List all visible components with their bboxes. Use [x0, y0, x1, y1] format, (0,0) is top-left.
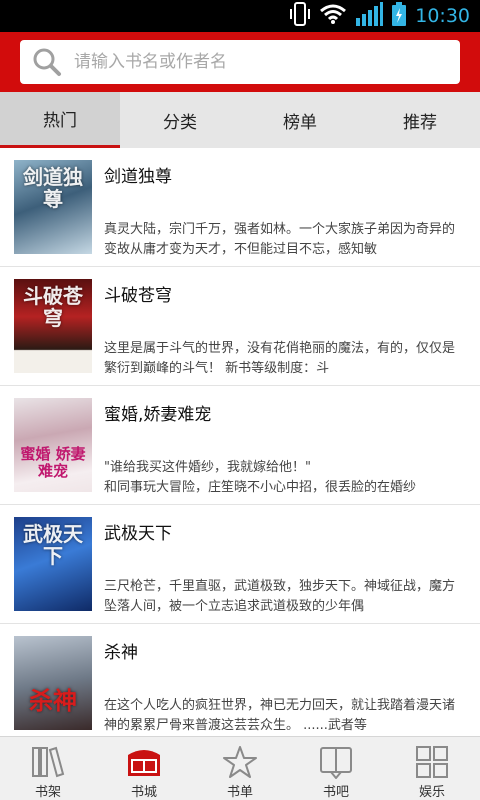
battery-icon: [391, 2, 407, 30]
book-title: 蜜婚,娇妻难宠: [104, 405, 212, 425]
list-item[interactable]: 杀神 杀神 在这个人吃人的疯狂世界，神已无力回天，就让我踏着漫天诸神的累累尸骨来…: [0, 624, 480, 736]
tab-recommend[interactable]: 推荐: [360, 92, 480, 148]
star-icon: [220, 744, 260, 779]
book-description: 这里是属于斗气的世界，没有花俏艳丽的魔法，有的，仅仅是繁衍到巅峰的斗气！ 新书等…: [104, 341, 456, 376]
nav-label: 书架: [34, 785, 61, 800]
search-box[interactable]: [20, 40, 460, 84]
book-title: 杀神: [104, 643, 138, 663]
book-cover: 剑道独尊: [14, 160, 92, 254]
book-cover: 武极天下: [14, 517, 92, 611]
book-title: 剑道独尊: [104, 167, 172, 187]
nav-label: 书吧: [322, 785, 349, 800]
list-item[interactable]: 武极天下 武极天下 三尺枪芒，千里直驱，武道极致，独步天下。神域征战，魔方坠落人…: [0, 505, 480, 624]
book-cover: 蜜婚 娇妻难宠: [14, 398, 92, 492]
nav-label: 书单: [226, 785, 253, 800]
nav-bookcity[interactable]: 书城: [96, 737, 192, 800]
nav-label: 书城: [130, 785, 157, 800]
search-input[interactable]: [74, 52, 434, 72]
book-description: 真灵大陆，宗门千万，强者如林。一个大家族子弟因为奇异的变故从庸才变为天才，不但能…: [104, 222, 456, 257]
book-title: 斗破苍穹: [104, 286, 172, 306]
tab-rankings[interactable]: 榜单: [240, 92, 360, 148]
book-description: "谁给我买这件婚纱，我就嫁给他！" 和同事玩大冒险，庄笙晓不小心中招，很丢脸的在…: [104, 460, 417, 495]
bookshelf-icon: [28, 744, 68, 779]
search-icon: [20, 40, 74, 84]
bottom-nav: 书架 书城 书单 书吧 娱乐: [0, 736, 480, 800]
bookcity-icon: [124, 744, 164, 779]
nav-forum[interactable]: 书吧: [288, 737, 384, 800]
category-tabs: 热门 分类 榜单 推荐: [0, 92, 480, 148]
nav-booklist[interactable]: 书单: [192, 737, 288, 800]
book-cover: 斗破苍穹: [14, 279, 92, 373]
status-time: 10:30: [415, 5, 470, 27]
grid-icon: [412, 744, 452, 779]
search-header: [0, 32, 480, 92]
list-item[interactable]: 剑道独尊 剑道独尊 真灵大陆，宗门千万，强者如林。一个大家族子弟因为奇异的变故从…: [0, 148, 480, 267]
book-list: 剑道独尊 剑道独尊 真灵大陆，宗门千万，强者如林。一个大家族子弟因为奇异的变故从…: [0, 148, 480, 736]
signal-icon: [355, 2, 384, 30]
book-cover: 杀神: [14, 636, 92, 730]
phone-vibrate-icon: [289, 2, 311, 30]
list-item[interactable]: 斗破苍穹 斗破苍穹 这里是属于斗气的世界，没有花俏艳丽的魔法，有的，仅仅是繁衍到…: [0, 267, 480, 386]
nav-label: 娱乐: [418, 785, 445, 800]
status-bar: 10:30: [0, 0, 480, 32]
book-description: 在这个人吃人的疯狂世界，神已无力回天，就让我踏着漫天诸神的累累尸骨来普渡这芸芸众…: [104, 698, 456, 733]
open-book-icon: [316, 744, 356, 779]
tab-category[interactable]: 分类: [120, 92, 240, 148]
nav-entertainment[interactable]: 娱乐: [384, 737, 480, 800]
wifi-icon: [319, 3, 347, 29]
list-item[interactable]: 蜜婚 娇妻难宠 蜜婚,娇妻难宠 "谁给我买这件婚纱，我就嫁给他！" 和同事玩大冒…: [0, 386, 480, 505]
book-title: 武极天下: [104, 524, 172, 544]
book-description: 三尺枪芒，千里直驱，武道极致，独步天下。神域征战，魔方坠落人间，被一个立志追求武…: [104, 579, 456, 614]
nav-bookshelf[interactable]: 书架: [0, 737, 96, 800]
tab-hot[interactable]: 热门: [0, 92, 120, 148]
